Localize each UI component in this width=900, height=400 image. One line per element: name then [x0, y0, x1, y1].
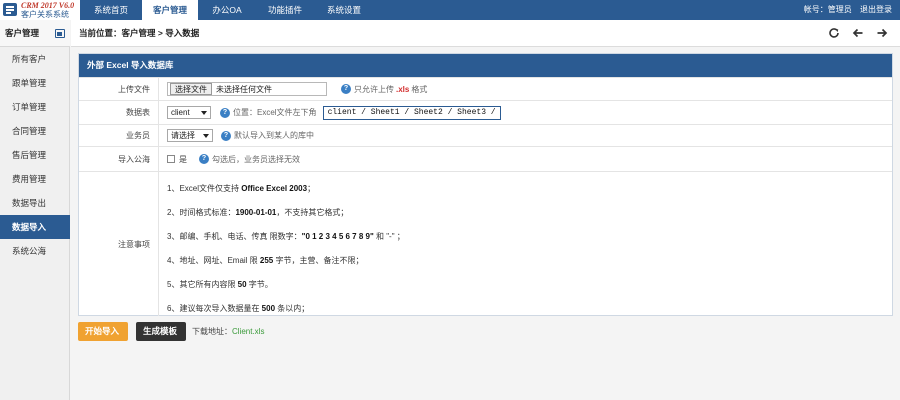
note-text: 和 "-" ； — [373, 232, 405, 241]
sidebar-item-after-sales[interactable]: 售后管理 — [0, 143, 70, 167]
logout-link[interactable]: 退出登录 — [860, 5, 892, 14]
public-pool-label: 导入公海 — [79, 147, 159, 171]
nav-system-settings[interactable]: 系统设置 — [314, 0, 374, 20]
note-text: ； — [307, 184, 316, 193]
download-label: 下载地址： — [192, 327, 232, 336]
sidebar-item-follow-up[interactable]: 跟单管理 — [0, 71, 70, 95]
upload-label: 上传文件 — [79, 78, 159, 100]
upload-row: 上传文件 选择文件 未选择任何文件 ? 只允许上传 .xls 格式 — [79, 77, 892, 100]
download-link[interactable]: Client.xls — [232, 327, 264, 336]
sidebar-toggle-icon[interactable] — [55, 29, 65, 38]
account-label: 帐号：管理员 — [803, 5, 852, 14]
note-text: 条以内； — [275, 304, 310, 313]
nav-office-oa[interactable]: 办公OA — [198, 0, 256, 20]
public-pool-row: 导入公海 是 ? 勾选后，业务员选择无效 — [79, 146, 892, 171]
app-logo[interactable]: CRM 2017 V6.0 客户关系系统 — [0, 0, 80, 20]
note-text: 1、Excel文件仅支持 — [167, 184, 242, 193]
sidebar-item-orders[interactable]: 订单管理 — [0, 95, 70, 119]
account-area: 帐号：管理员 退出登录 — [798, 0, 892, 20]
refresh-icon[interactable] — [827, 26, 841, 40]
choose-file-button[interactable]: 选择文件 — [170, 83, 212, 95]
staff-row: 业务员 请选择 ? 默认导入到某人的库中 — [79, 124, 892, 146]
nav-plugins[interactable]: 功能插件 — [256, 0, 314, 20]
note-text: 6、建议每次导入数据量在 — [167, 304, 262, 313]
forward-arrow-icon[interactable] — [875, 26, 889, 40]
generate-template-button[interactable]: 生成模板 — [136, 322, 186, 341]
app-name: 客户关系系统 — [21, 10, 69, 19]
note-item: 3、邮编、手机、电话、传真 限数字："0 1 2 3 4 5 6 7 8 9" … — [167, 231, 405, 242]
note-item: 1、Excel文件仅支持 Office Excel 2003； — [167, 183, 315, 194]
table-label: 数据表 — [79, 101, 159, 124]
sheet-names: client / Sheet1 / Sheet2 / Sheet3 / — [327, 108, 496, 117]
sheet-names-box: client / Sheet1 / Sheet2 / Sheet3 / — [322, 105, 501, 120]
note-text: 2、时间格式标准： — [167, 208, 236, 217]
note-emphasis: 1900-01-01 — [235, 208, 277, 217]
public-pool-checkbox[interactable] — [167, 155, 175, 163]
staff-select-value: 请选择 — [171, 131, 195, 140]
note-text: ，不支持其它格式； — [276, 208, 349, 217]
download-info: 下载地址：Client.xls — [192, 322, 264, 341]
upload-hint-ext: .xls — [396, 84, 410, 94]
note-emphasis: 500 — [261, 304, 276, 313]
chevron-down-icon — [201, 111, 207, 115]
notes-label: 注意事项 — [79, 172, 159, 316]
start-import-button[interactable]: 开始导入 — [78, 322, 128, 341]
notes-row: 注意事项 1、Excel文件仅支持 Office Excel 2003； 2、时… — [79, 171, 892, 316]
sidebar-item-public-pool[interactable]: 系统公海 — [0, 239, 70, 263]
note-item: 6、建议每次导入数据量在 500 条以内； — [167, 303, 309, 314]
breadcrumb: 当前位置：客户管理 > 导入数据 — [79, 28, 200, 38]
table-row: 数据表 client ? 位置：Excel文件左下角 client / Shee… — [79, 100, 892, 124]
panel-title: 外部 Excel 导入数据库 — [79, 54, 892, 77]
back-arrow-icon[interactable] — [851, 26, 865, 40]
app-logo-icon — [3, 3, 17, 16]
note-text: 5、其它所有内容限 — [167, 280, 238, 289]
note-item: 4、地址、网址、Email 限 255 字节，主营、备注不限； — [167, 255, 364, 266]
public-pool-checkbox-label[interactable]: 是 — [179, 154, 187, 165]
sidebar-item-data-import[interactable]: 数据导入 — [0, 215, 70, 239]
note-item: 5、其它所有内容限 50 字节。 — [167, 279, 273, 290]
sidebar: 客户管理 所有客户 跟单管理 订单管理 合同管理 售后管理 费用管理 数据导出 … — [0, 20, 70, 400]
help-icon: ? — [341, 84, 351, 94]
table-select-value: client — [171, 108, 190, 117]
upload-hint-pre: 只允许上传 — [354, 84, 394, 94]
staff-label: 业务员 — [79, 125, 159, 146]
sidebar-title: 客户管理 — [5, 28, 40, 38]
sidebar-item-data-export[interactable]: 数据导出 — [0, 191, 70, 215]
help-icon: ? — [199, 154, 209, 164]
app-version: CRM 2017 V6.0 — [21, 1, 75, 10]
import-panel: 外部 Excel 导入数据库 上传文件 选择文件 未选择任何文件 ? 只允许上传… — [78, 53, 893, 316]
note-emphasis: "0 1 2 3 4 5 6 7 8 9" — [301, 232, 374, 241]
chevron-down-icon — [203, 134, 209, 138]
content-header: 当前位置：客户管理 > 导入数据 — [71, 20, 900, 47]
table-select[interactable]: client — [167, 106, 211, 119]
staff-hint: 默认导入到某人的库中 — [234, 131, 314, 140]
note-text: 3、邮编、手机、电话、传真 限数字： — [167, 232, 302, 241]
note-text: 4、地址、网址、Email 限 — [167, 256, 260, 265]
note-emphasis: Office Excel 2003 — [241, 184, 308, 193]
top-navbar: CRM 2017 V6.0 客户关系系统 系统首页 客户管理 办公OA 功能插件… — [0, 0, 900, 20]
note-text: 字节，主营、备注不限； — [273, 256, 364, 265]
upload-hint-post: 格式 — [411, 84, 428, 94]
sidebar-item-contracts[interactable]: 合同管理 — [0, 119, 70, 143]
file-input[interactable]: 选择文件 未选择任何文件 — [167, 82, 327, 96]
sidebar-header: 客户管理 — [0, 20, 70, 47]
help-icon: ? — [221, 130, 231, 141]
nav-customer-management[interactable]: 客户管理 — [142, 0, 198, 20]
sidebar-item-expenses[interactable]: 费用管理 — [0, 167, 70, 191]
file-status-text: 未选择任何文件 — [216, 84, 272, 94]
table-hint: 位置：Excel文件左下角 — [233, 108, 317, 117]
help-icon: ? — [220, 107, 230, 118]
note-text: 字节。 — [246, 280, 273, 289]
note-emphasis: 50 — [237, 280, 247, 289]
nav-home[interactable]: 系统首页 — [80, 0, 142, 20]
note-emphasis: 255 — [259, 256, 274, 265]
sidebar-item-all-customers[interactable]: 所有客户 — [0, 47, 70, 71]
note-item: 2、时间格式标准：1900-01-01，不支持其它格式； — [167, 207, 348, 218]
staff-select[interactable]: 请选择 — [167, 129, 213, 142]
public-pool-hint: 勾选后，业务员选择无效 — [212, 154, 300, 164]
